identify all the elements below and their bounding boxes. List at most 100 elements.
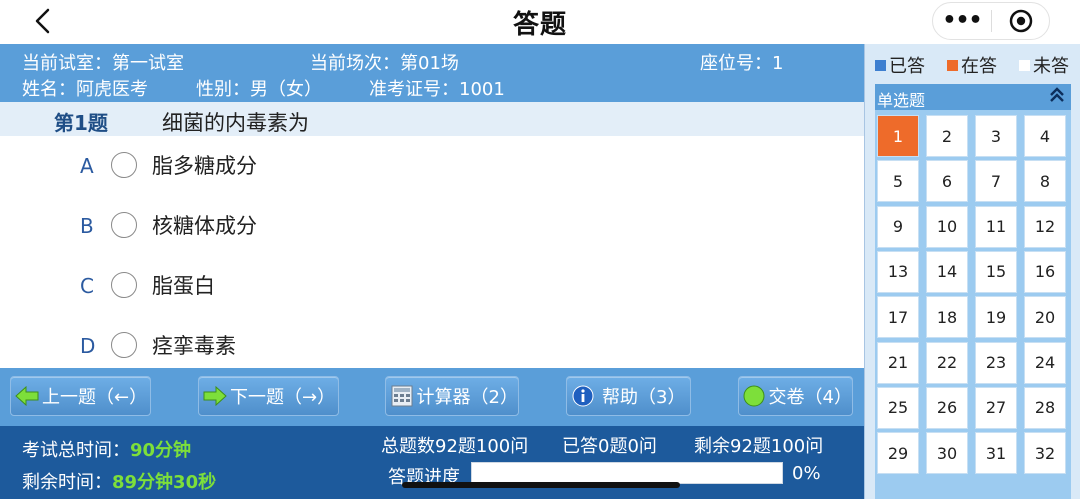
legend-swatch	[875, 59, 886, 71]
question-cell-1[interactable]: 1	[878, 116, 918, 156]
submit-exam-button[interactable]: 交卷（4）	[738, 376, 853, 416]
option-c[interactable]: C 脂蛋白	[0, 266, 864, 306]
question-cell-13[interactable]: 13	[878, 251, 918, 292]
question-header: 第1题 细菌的内毒素为	[0, 102, 864, 136]
green-circle-icon	[743, 384, 766, 408]
prev-question-button[interactable]: 上一题（←）	[10, 376, 151, 416]
progress-percent: 0%	[792, 463, 821, 484]
radio-button[interactable]	[111, 332, 137, 358]
question-cell-29[interactable]: 29	[878, 433, 918, 474]
legend-unanswered: 未答	[1019, 52, 1069, 78]
action-toolbar: 上一题（←） 下一题（→） 计算器（2） 帮助（3） 交卷（4）	[0, 368, 864, 426]
question-cell-27[interactable]: 27	[976, 387, 1016, 428]
answer-sheet-panel: 已答 在答 未答 单选题 1 2 3 4 5 6 7 8 9 10 11 12 13 14 15 16 17 18…	[864, 44, 1080, 499]
question-cell-18[interactable]: 18	[927, 297, 967, 338]
option-text: 脂多糖成分	[152, 154, 257, 178]
more-button[interactable]: •••	[933, 2, 991, 40]
question-cell-2[interactable]: 2	[927, 116, 967, 156]
option-letter: B	[80, 214, 94, 238]
question-cell-19[interactable]: 19	[976, 297, 1016, 338]
answered-count: 已答0题0问	[562, 436, 657, 457]
total-time: 考试总时间：90分钟	[22, 436, 191, 462]
question-cell-5[interactable]: 5	[878, 161, 918, 202]
question-cell-21[interactable]: 21	[878, 342, 918, 383]
question-cell-28[interactable]: 28	[1025, 387, 1065, 428]
legend-label: 在答	[961, 56, 997, 77]
question-cell-17[interactable]: 17	[878, 297, 918, 338]
option-text: 痉挛毒素	[152, 334, 236, 358]
calculator-icon	[390, 384, 414, 408]
question-cell-32[interactable]: 32	[1025, 433, 1065, 474]
exam-info-header: 当前试室：第一试室 当前场次：第01场 座位号：1 姓名：阿虎医考 性别：男（女…	[0, 44, 864, 102]
remaining-time-value: 89分钟30秒	[112, 472, 217, 493]
question-cell-22[interactable]: 22	[927, 342, 967, 383]
radio-button[interactable]	[111, 272, 137, 298]
page-title: 答题	[512, 10, 567, 40]
calculator-button[interactable]: 计算器（2）	[385, 376, 519, 416]
question-cell-23[interactable]: 23	[976, 342, 1016, 383]
question-cell-14[interactable]: 14	[927, 251, 967, 292]
option-a[interactable]: A 脂多糖成分	[0, 146, 864, 186]
question-cell-16[interactable]: 16	[1025, 251, 1065, 292]
question-number: 第1题	[54, 111, 108, 135]
question-cell-26[interactable]: 26	[927, 387, 967, 428]
prev-question-label: 上一题（←）	[42, 387, 148, 408]
help-label: 帮助（3）	[602, 387, 686, 408]
option-letter: C	[80, 274, 94, 298]
legend-label: 未答	[1033, 56, 1069, 77]
option-letter: D	[80, 334, 96, 358]
exam-status-footer: 考试总时间：90分钟 剩余时间：89分钟30秒 总题数92题100问 已答0题0…	[0, 426, 864, 499]
option-b[interactable]: B 核糖体成分	[0, 206, 864, 246]
double-chevron-up-icon[interactable]	[1049, 85, 1065, 109]
section-title: 单选题	[877, 91, 926, 110]
calculator-label: 计算器（2）	[416, 387, 518, 408]
question-cell-24[interactable]: 24	[1025, 342, 1065, 383]
next-question-label: 下一题（→）	[230, 387, 336, 408]
option-letter: A	[80, 154, 94, 178]
question-cell-4[interactable]: 4	[1025, 116, 1065, 156]
option-d[interactable]: D 痉挛毒素	[0, 326, 864, 366]
admission-ticket: 准考证号：1001	[369, 79, 505, 100]
remaining-questions: 剩余92题100问	[694, 436, 824, 457]
question-cell-15[interactable]: 15	[976, 251, 1016, 292]
arrow-right-icon	[203, 384, 227, 408]
question-cell-25[interactable]: 25	[878, 387, 918, 428]
radio-button[interactable]	[111, 212, 137, 238]
question-cell-8[interactable]: 8	[1025, 161, 1065, 202]
legend-label: 已答	[889, 56, 925, 77]
help-button[interactable]: 帮助（3）	[566, 376, 691, 416]
candidate-name: 姓名：阿虎医考	[22, 79, 148, 100]
question-cell-12[interactable]: 12	[1025, 206, 1065, 247]
legend-swatch	[947, 59, 958, 71]
close-button[interactable]	[992, 9, 1049, 33]
status-legend: 已答 在答 未答	[865, 44, 1080, 82]
option-text: 核糖体成分	[152, 214, 257, 238]
info-icon	[571, 384, 595, 408]
legend-current: 在答	[947, 52, 997, 78]
legend-swatch	[1019, 59, 1030, 71]
remaining-time-label: 剩余时间：	[22, 472, 112, 493]
question-cell-7[interactable]: 7	[976, 161, 1016, 202]
question-cell-20[interactable]: 20	[1025, 297, 1065, 338]
question-cell-30[interactable]: 30	[927, 433, 967, 474]
total-time-label: 考试总时间：	[22, 440, 130, 461]
section-header-single-choice[interactable]: 单选题	[875, 84, 1071, 110]
question-cell-3[interactable]: 3	[976, 116, 1016, 156]
legend-answered: 已答	[875, 52, 925, 78]
arrow-left-icon	[15, 384, 39, 408]
home-indicator	[402, 482, 680, 488]
question-cell-9[interactable]: 9	[878, 206, 918, 247]
exam-session: 当前场次：第01场	[310, 53, 459, 74]
question-cell-10[interactable]: 10	[927, 206, 967, 247]
radio-button[interactable]	[111, 152, 137, 178]
total-time-value: 90分钟	[130, 440, 192, 461]
mini-program-capsule: •••	[932, 2, 1050, 40]
question-cell-6[interactable]: 6	[927, 161, 967, 202]
seat-number: 座位号：1	[700, 53, 784, 74]
question-cell-11[interactable]: 11	[976, 206, 1016, 247]
total-questions: 总题数92题100问	[381, 436, 529, 457]
question-cell-31[interactable]: 31	[976, 433, 1016, 474]
submit-exam-label: 交卷（4）	[768, 387, 852, 408]
answer-options: A 脂多糖成分 B 核糖体成分 C 脂蛋白 D 痉挛毒素	[0, 136, 864, 368]
next-question-button[interactable]: 下一题（→）	[198, 376, 339, 416]
